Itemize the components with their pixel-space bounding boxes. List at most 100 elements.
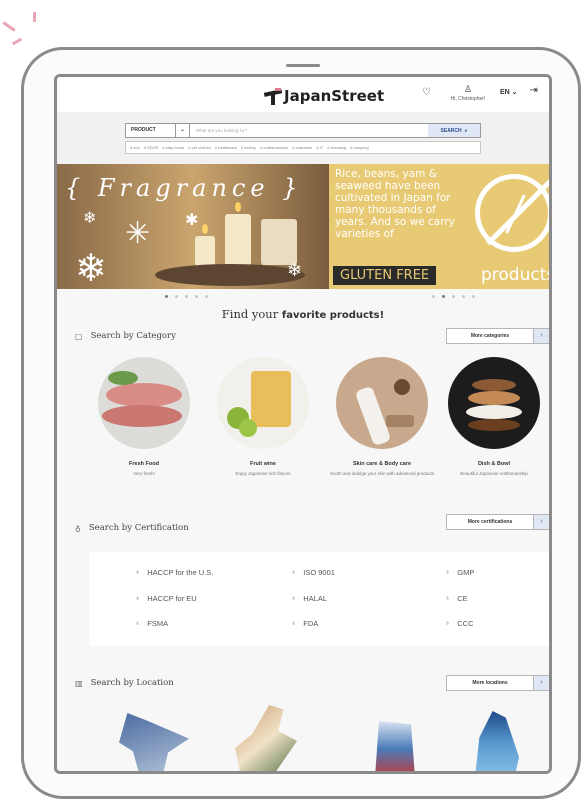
dish-bowl-image <box>448 357 540 449</box>
certification-item[interactable]: ♁ GMP <box>445 568 474 577</box>
certification-item[interactable]: ♁ HACCP for the U.S. <box>135 568 213 577</box>
hashtag-link[interactable]: # elderly <box>241 145 256 150</box>
chevron-right-icon: › <box>533 515 549 529</box>
carousel-dot[interactable] <box>165 295 168 298</box>
tablet-screen: JapanStreet ♡ ♙ Hi, Christopher! EN ⌄ ⇥ … <box>54 74 552 774</box>
logo-torii-icon <box>263 88 283 105</box>
language-selector[interactable]: EN ⌄ <box>500 88 518 96</box>
snowflake-icon: ❄ <box>83 210 97 227</box>
user-icon: ♙ <box>463 84 473 94</box>
location-title-text: Search by Location <box>90 678 174 688</box>
certification-item[interactable]: ♁ CE <box>445 594 468 603</box>
search-button[interactable]: SEARCH ⌕ <box>428 124 480 137</box>
search-bar: PRODUCT ⌄ What are you looking for? SEAR… <box>125 123 481 138</box>
more-locations-button[interactable]: More locations › <box>446 675 549 691</box>
hashtag-link[interactable]: # IT <box>316 145 323 150</box>
snowflake-icon: ✳ <box>125 217 151 250</box>
carousel-dot[interactable] <box>175 295 178 298</box>
decorative-mark <box>2 21 16 32</box>
logo-text: JapanStreet <box>284 87 385 105</box>
hashtag-link[interactable]: # licensing <box>327 145 346 150</box>
tray-image <box>155 264 305 286</box>
location-chubu-image[interactable] <box>475 711 519 771</box>
search-button-label: SEARCH <box>440 127 462 134</box>
grid-icon: ▢ <box>75 331 83 341</box>
language-label: EN <box>500 89 510 96</box>
category-card-skin-care[interactable]: Skin care & Body care Sooth and indulge … <box>327 357 437 478</box>
find-prefix: Find your <box>221 307 279 321</box>
certification-item[interactable]: ♁ HACCP for EU <box>135 594 197 603</box>
badge-icon: ♁ <box>445 620 451 627</box>
map-icon: ▥ <box>75 678 83 688</box>
certification-label: GMP <box>457 568 475 577</box>
certification-label: CCC <box>457 619 474 628</box>
category-card-fresh-food[interactable]: Fresh Food Very fresh! <box>89 357 199 478</box>
category-description: Very fresh! <box>133 471 155 476</box>
category-description: Enjoy Japanese rich flavors <box>235 471 291 476</box>
certification-label: FDA <box>303 619 319 628</box>
tablet-frame: JapanStreet ♡ ♙ Hi, Christopher! EN ⌄ ⇥ … <box>21 47 581 799</box>
carousel-dot[interactable] <box>185 295 188 298</box>
skin-care-image <box>336 357 428 449</box>
search-category-select[interactable]: PRODUCT <box>126 124 176 137</box>
category-card-dish-bowl[interactable]: Dish & Bowl Beautiful Japanese craftsman… <box>439 357 549 478</box>
hashtag-link[interactable]: # stay home <box>162 145 184 150</box>
hashtag-link[interactable]: # camping <box>350 145 368 150</box>
certification-item[interactable]: ♁ FSMA <box>135 619 168 628</box>
site-logo[interactable]: JapanStreet <box>263 87 385 105</box>
more-categories-button[interactable]: More categories › <box>446 328 549 344</box>
no-gluten-icon <box>475 174 549 252</box>
certification-item[interactable]: ♁ FDA <box>291 619 318 628</box>
hashtag-link[interactable]: # character <box>292 145 312 150</box>
certification-label: CE <box>457 594 468 603</box>
category-description: Beautiful Japanese craftsmanship <box>460 471 528 476</box>
more-categories-label: More categories <box>470 333 510 339</box>
fruit-wine-image <box>217 357 309 449</box>
certification-item[interactable]: ♁ ISO 9001 <box>291 568 335 577</box>
carousel-dot[interactable] <box>205 295 208 298</box>
hashtag-link[interactable]: # craftsmanship <box>260 145 288 150</box>
carousel-dot[interactable] <box>452 295 455 298</box>
carousel-dots-left <box>165 295 208 298</box>
flame-image <box>202 224 208 234</box>
decorative-mark <box>11 37 23 46</box>
user-menu[interactable]: ♙ Hi, Christopher! <box>446 84 490 103</box>
carousel-dot[interactable] <box>195 295 198 298</box>
certification-label: ISO 9001 <box>303 568 335 577</box>
carousel-dot[interactable] <box>442 295 445 298</box>
location-tohoku-image[interactable] <box>235 705 297 771</box>
promo-banner-carousel: { Fragrance } ❄ ✳ ✱ ❄ ❄ Rice, beans, yam… <box>57 164 549 289</box>
fragrance-banner[interactable]: { Fragrance } ❄ ✳ ✱ ❄ ❄ <box>57 164 329 289</box>
category-list: Fresh Food Very fresh! Fruit wine Enjoy … <box>89 357 549 497</box>
badge-icon: ♁ <box>291 620 297 627</box>
search-icon: ⌕ <box>464 127 468 134</box>
certification-label: HACCP for EU <box>147 594 197 603</box>
hashtag-link[interactable]: # eco <box>130 145 140 150</box>
gluten-free-banner[interactable]: Rice, beans, yam & seaweed have been cul… <box>329 164 549 289</box>
category-name: Fruit wine <box>250 461 276 467</box>
hashtag-link[interactable]: # healthcare <box>215 145 237 150</box>
category-card-fruit-wine[interactable]: Fruit wine Enjoy Japanese rich flavors <box>208 357 318 478</box>
carousel-dot[interactable] <box>462 295 465 298</box>
certification-item[interactable]: ♁ CCC <box>445 619 474 628</box>
category-name: Dish & Bowl <box>477 461 511 467</box>
badge-icon: ♁ <box>291 569 297 576</box>
certification-item[interactable]: ♁ HALAL <box>291 594 327 603</box>
logout-icon[interactable]: ⇥ <box>530 85 538 96</box>
hashtag-link[interactable]: # pet clothes <box>188 145 211 150</box>
badge-icon: ♁ <box>445 569 451 576</box>
carousel-dot[interactable] <box>432 295 435 298</box>
carousel-dot[interactable] <box>472 295 475 298</box>
flame-image <box>235 202 241 212</box>
location-kanto-image[interactable] <box>375 721 415 771</box>
header-actions: ♡ ♙ Hi, Christopher! EN ⌄ ⇥ <box>422 84 538 103</box>
search-input[interactable]: What are you looking for? <box>190 128 428 133</box>
hashtag-link[interactable]: # SDGS <box>144 145 159 150</box>
location-hokkaido-image[interactable] <box>119 713 189 771</box>
chevron-down-icon[interactable]: ⌄ <box>176 124 190 137</box>
heart-icon[interactable]: ♡ <box>422 87 434 98</box>
location-list <box>57 705 549 771</box>
more-certifications-button[interactable]: More certifications › <box>446 514 549 530</box>
candle-image <box>195 236 215 266</box>
certification-title-text: Search by Certification <box>88 523 189 533</box>
